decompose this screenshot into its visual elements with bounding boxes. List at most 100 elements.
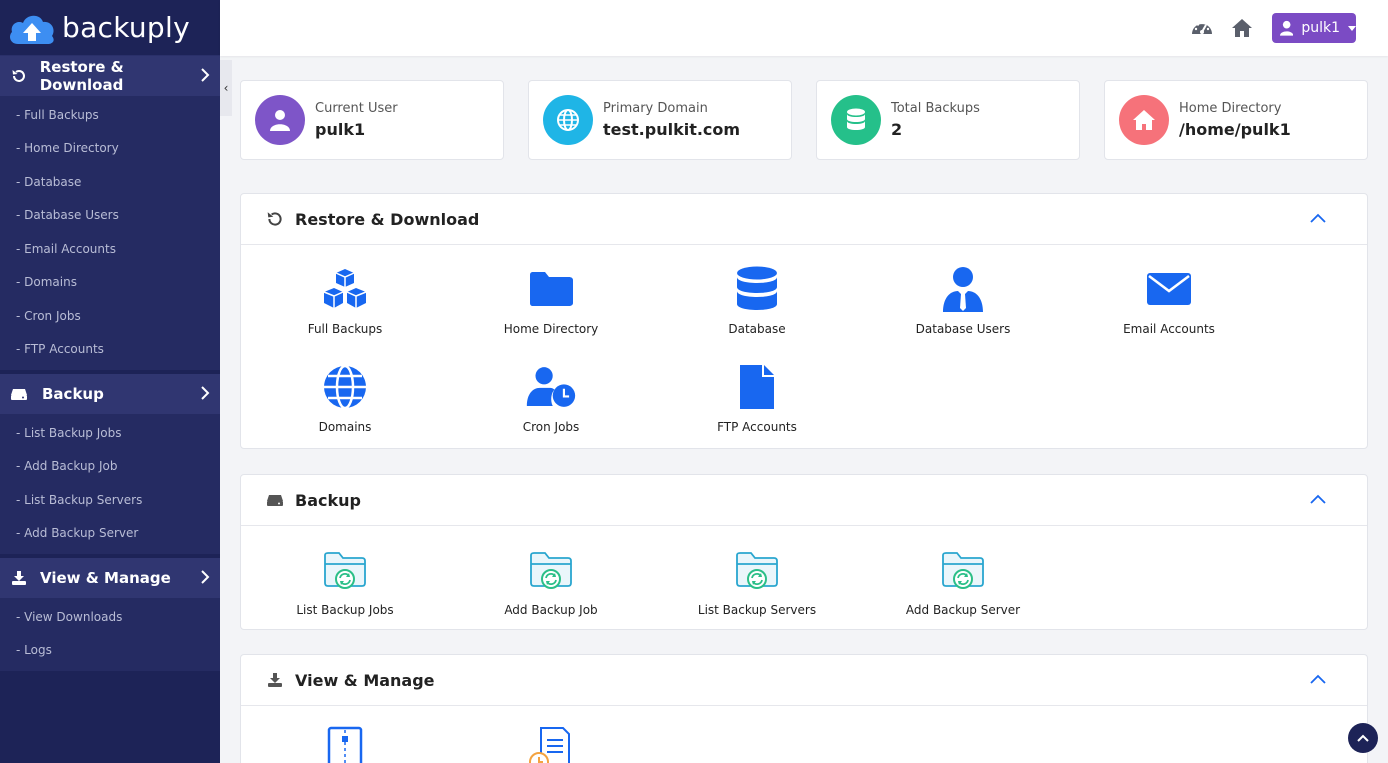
tile-full-backups[interactable]: Full Backups [265,264,425,336]
envelope-icon [1144,264,1194,314]
sidebar-item-logs[interactable]: - Logs [0,634,220,668]
sidebar-section-backup[interactable]: Backup [0,374,220,414]
sidebar-sublist-restore: - Full Backups - Home Directory - Databa… [0,96,220,370]
tile-add-backup-server[interactable]: Add Backup Server [883,545,1043,617]
sidebar-section-manage[interactable]: View & Manage [0,558,220,598]
database-icon [732,264,782,314]
sidebar-item-list-backup-servers[interactable]: - List Backup Servers [0,483,220,517]
sidebar-item-list-backup-jobs[interactable]: - List Backup Jobs [0,416,220,450]
tile-label: Full Backups [307,322,383,336]
info-card-label: Home Directory [1179,101,1282,116]
tile-ftp-accounts[interactable]: FTP Accounts [677,362,837,434]
sidebar-item-view-downloads[interactable]: - View Downloads [0,600,220,634]
tile-label: List Backup Servers [697,603,817,617]
chevron-up-icon[interactable] [1309,493,1327,505]
database-icon [831,95,881,145]
tile-cron-jobs[interactable]: Cron Jobs [471,362,631,434]
panel-title: Backup [295,490,361,510]
tile-logs[interactable] [471,723,631,763]
info-card-value: 2 [891,120,903,139]
panel-view-manage: View & Manage [240,654,1368,763]
sidebar: backuply Restore & Download - Full Backu… [0,0,220,763]
folder-sync-icon [732,545,782,595]
sidebar-item-add-backup-server[interactable]: - Add Backup Server [0,517,220,551]
sidebar-item-email-accounts[interactable]: - Email Accounts [0,232,220,266]
download-icon [265,670,285,690]
tile-domains[interactable]: Domains [265,362,425,434]
undo-icon [10,67,28,85]
home-icon[interactable] [1230,16,1254,40]
download-icon [10,569,28,587]
folder-sync-icon [526,545,576,595]
tile-database-users[interactable]: Database Users [883,264,1043,336]
tile-label: Email Accounts [1123,322,1215,336]
sidebar-item-ftp-accounts[interactable]: - FTP Accounts [0,333,220,367]
chevron-up-icon [1357,734,1369,742]
tile-label: List Backup Jobs [296,603,394,617]
sidebar-item-domains[interactable]: - Domains [0,266,220,300]
panel-header: Restore & Download [241,194,1367,245]
user-menu-button[interactable]: pulk1 [1272,13,1356,43]
brand-name: backuply [62,11,190,44]
tile-email-accounts[interactable]: Email Accounts [1089,264,1249,336]
dashboard-gauge-icon[interactable] [1190,16,1214,40]
user-icon [1280,20,1294,36]
log-file-clock-icon [526,723,576,763]
info-card-label: Primary Domain [603,101,708,116]
home-icon [1119,95,1169,145]
info-card-current-user: Current User pulk1 [240,80,504,160]
sidebar-sublist-manage: - View Downloads - Logs [0,598,220,671]
sidebar-section-title: View & Manage [40,569,171,587]
tile-label: Cron Jobs [522,420,580,434]
sidebar-item-full-backups[interactable]: - Full Backups [0,98,220,132]
sidebar-item-database[interactable]: - Database [0,165,220,199]
sidebar-collapse-toggle[interactable]: ‹ [220,60,232,116]
panel-header: View & Manage [241,655,1367,706]
brand[interactable]: backuply [0,0,220,56]
tile-list-backup-jobs[interactable]: List Backup Jobs [265,545,425,617]
topbar: pulk1 [220,0,1388,56]
info-card-primary-domain: Primary Domain test.pulkit.com [528,80,792,160]
undo-icon [265,209,285,229]
chevron-right-icon [201,386,210,400]
tile-view-downloads[interactable] [265,723,425,763]
sidebar-section-title: Restore & Download [39,58,124,94]
cloud-upload-icon [10,15,54,44]
user-clock-icon [526,362,576,412]
folder-icon [526,264,576,314]
hdd-icon [10,385,28,403]
tile-list-backup-servers[interactable]: List Backup Servers [677,545,837,617]
info-card-value: test.pulkit.com [603,120,741,139]
chevron-up-icon[interactable] [1309,673,1327,685]
chevron-right-icon [201,68,210,82]
panel-title: View & Manage [295,670,435,690]
sidebar-item-home-directory[interactable]: - Home Directory [0,132,220,166]
panel-backup: Backup List Backup Jobs Add Backup Job L… [240,474,1368,630]
chevron-left-icon: ‹ [223,81,229,95]
tile-label: FTP Accounts [717,420,797,434]
chevron-up-icon[interactable] [1309,212,1327,224]
tile-label: Add Backup Server [905,603,1021,617]
info-card-value: /home/pulk1 [1179,120,1291,139]
user-icon [255,95,305,145]
tile-home-directory[interactable]: Home Directory [471,264,631,336]
sidebar-sublist-backup: - List Backup Jobs - Add Backup Job - Li… [0,414,220,554]
tile-add-backup-job[interactable]: Add Backup Job [471,545,631,617]
tile-database[interactable]: Database [677,264,837,336]
scroll-to-top-button[interactable] [1348,723,1378,753]
sidebar-item-cron-jobs[interactable]: - Cron Jobs [0,299,220,333]
tile-label: Add Backup Job [504,603,598,617]
globe-icon [543,95,593,145]
caret-down-icon [1348,25,1356,31]
info-card-value: pulk1 [315,120,366,139]
tile-label: Home Directory [503,322,599,336]
info-card-label: Total Backups [891,101,980,116]
zip-file-icon [320,723,370,763]
sidebar-item-add-backup-job[interactable]: - Add Backup Job [0,450,220,484]
panel-header: Backup [241,475,1367,526]
folder-sync-icon [320,545,370,595]
sidebar-section-restore[interactable]: Restore & Download [0,56,220,96]
sidebar-item-database-users[interactable]: - Database Users [0,199,220,233]
globe-icon [320,362,370,412]
info-card-label: Current User [315,101,398,116]
